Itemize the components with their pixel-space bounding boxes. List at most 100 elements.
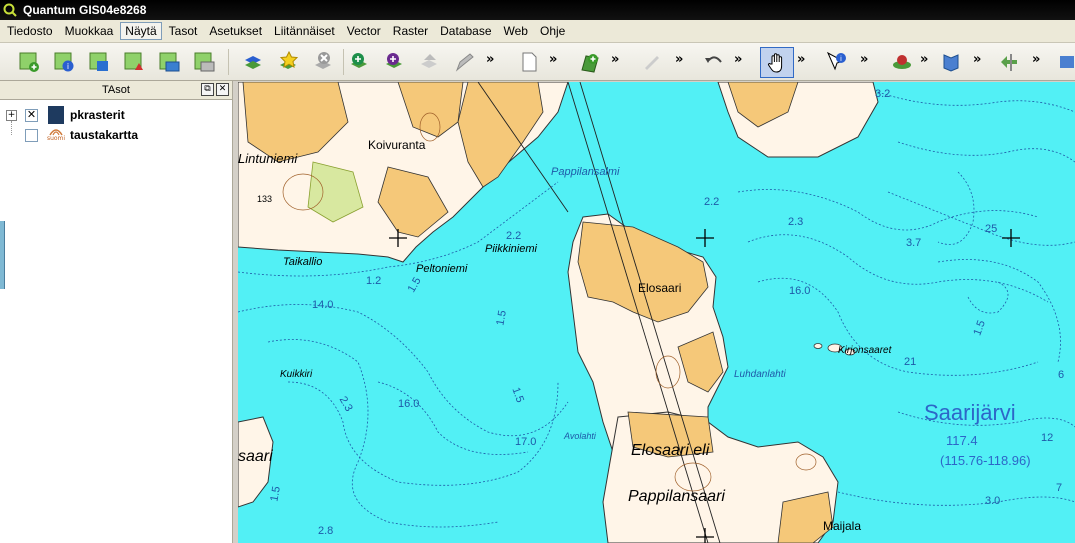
- digitize-button[interactable]: [639, 48, 667, 76]
- depth-label: 2.3: [788, 216, 804, 228]
- export-button[interactable]: [155, 48, 183, 76]
- new-layer-button[interactable]: [275, 48, 303, 76]
- depth-label: 3.2: [875, 88, 891, 100]
- toolbar-more-button[interactable]: »: [860, 52, 868, 67]
- menu-edit[interactable]: Muokkaa: [60, 22, 119, 40]
- expand-toggle[interactable]: +: [6, 109, 17, 121]
- depth-label: 17.0: [515, 436, 537, 448]
- window-title: Quantum GIS04e8268: [23, 3, 147, 17]
- toolbar-more-button[interactable]: »: [549, 52, 557, 67]
- place-label: Kuikkiri: [280, 369, 313, 380]
- water-label: Pappilansalmi: [551, 166, 620, 178]
- layer-item[interactable]: + ✕ pkrasterit: [0, 106, 230, 124]
- save-layer-button[interactable]: [85, 48, 113, 76]
- layer-visibility-checkbox[interactable]: [25, 128, 38, 142]
- menu-settings[interactable]: Asetukset: [204, 22, 267, 40]
- toolbar-more-button[interactable]: »: [734, 52, 742, 67]
- map-tips-button[interactable]: [888, 48, 916, 76]
- pan-tool-button[interactable]: [760, 47, 794, 78]
- layer-name: pkrasterit: [70, 108, 125, 122]
- add-wfs-layer-button[interactable]: [381, 48, 409, 76]
- add-wms-layer-button[interactable]: [346, 48, 374, 76]
- add-layer-group-button[interactable]: [240, 48, 268, 76]
- depth-label: 7: [1056, 482, 1063, 494]
- layers-panel-title: TAsot: [102, 84, 130, 96]
- depth-label: 2.2: [704, 196, 720, 208]
- add-vector-layer-button[interactable]: [15, 48, 43, 76]
- svg-text:i: i: [67, 62, 69, 71]
- toolbar-more-button[interactable]: »: [611, 52, 619, 67]
- place-label: Elosaari: [638, 281, 682, 295]
- menu-web[interactable]: Web: [499, 22, 533, 40]
- toolbar-more-button[interactable]: »: [486, 52, 494, 67]
- new-document-button[interactable]: [515, 48, 543, 76]
- zoom-in-map-icon: [581, 54, 599, 73]
- identify-icon: i: [826, 51, 846, 71]
- depth-label: 1.2: [366, 275, 382, 287]
- wms-layer-icon: suomi: [46, 127, 66, 143]
- depth-label: 2.2: [506, 230, 522, 242]
- undo-button[interactable]: [700, 48, 728, 76]
- qgis-logo-icon: [3, 3, 17, 17]
- identify-button[interactable]: i: [823, 48, 851, 76]
- depth-label: 3.7: [906, 237, 922, 249]
- add-spatialite-button[interactable]: [416, 48, 444, 76]
- layer-item[interactable]: suomi taustakartta: [0, 126, 230, 144]
- lake-name: Saarijärvi: [924, 400, 1016, 425]
- remove-layer-button[interactable]: [310, 48, 338, 76]
- export-icon: [159, 52, 180, 72]
- lake-level-range: (115.76-118.96): [940, 453, 1031, 468]
- save-icon: [89, 52, 108, 71]
- menu-help[interactable]: Ohje: [535, 22, 570, 40]
- depth-label: 21: [904, 356, 917, 368]
- toolbar-more-button[interactable]: »: [675, 52, 683, 67]
- place-label: Kirjonsaaret: [838, 345, 892, 356]
- lake-level: 117.4: [946, 433, 978, 448]
- water-label: Luhdanlahti: [734, 369, 786, 380]
- menu-plugins[interactable]: Liitännäiset: [269, 22, 340, 40]
- layers-panel: TAsot ⧉ ✕ + ✕ pkrasterit suomi taustakar…: [0, 81, 233, 543]
- map-canvas[interactable]: Koivuranta Lintuniemi 133 Pappilansalmi …: [238, 82, 1075, 543]
- print-icon: [194, 52, 215, 72]
- pencil-icon: [455, 53, 474, 72]
- zoom-in-map-button[interactable]: [577, 48, 605, 76]
- help-book-icon: [943, 54, 959, 72]
- layer-name: taustakartta: [70, 128, 139, 142]
- panel-float-button[interactable]: ⧉: [201, 83, 214, 96]
- add-raster-layer-button[interactable]: [120, 48, 148, 76]
- wms-layer-icon-caption: suomi: [46, 135, 66, 142]
- toolbar-more-button[interactable]: »: [797, 52, 805, 67]
- toolbar-more-button[interactable]: »: [973, 52, 981, 67]
- panel-edge-handle: [0, 221, 5, 289]
- toolbar-more-button[interactable]: »: [920, 52, 928, 67]
- menu-database[interactable]: Database: [435, 22, 496, 40]
- layer-group-icon: [245, 56, 261, 69]
- overflow-tool-button[interactable]: [1055, 48, 1075, 76]
- pan-hand-icon: [767, 52, 783, 73]
- edit-pencil-button[interactable]: [451, 48, 479, 76]
- depth-label: 6: [1058, 369, 1065, 381]
- menu-layer[interactable]: Tasot: [164, 22, 203, 40]
- raster-layer-icon: [48, 106, 64, 124]
- place-label: Elosaari eli: [631, 442, 710, 459]
- title-bar: Quantum GIS04e8268: [0, 0, 1075, 20]
- layer-info-button[interactable]: i: [50, 48, 78, 76]
- navigation-button[interactable]: [996, 48, 1024, 76]
- menu-raster[interactable]: Raster: [388, 22, 433, 40]
- toolbar-more-button[interactable]: »: [1032, 52, 1040, 67]
- svg-text:i: i: [840, 55, 842, 63]
- menu-file[interactable]: Tiedosto: [2, 22, 58, 40]
- elevation-label: 133: [257, 194, 273, 204]
- toolbar-separator: [343, 49, 344, 75]
- layer-visibility-checkbox[interactable]: ✕: [25, 108, 38, 122]
- panel-close-button[interactable]: ✕: [216, 83, 229, 96]
- menu-view[interactable]: Näytä: [120, 22, 162, 40]
- help-button[interactable]: [937, 48, 965, 76]
- print-button[interactable]: [190, 48, 218, 76]
- depth-label: 16.0: [398, 398, 420, 410]
- depth-label: 16.0: [789, 285, 811, 297]
- place-label: Koivuranta: [368, 138, 426, 152]
- info-icon: i: [54, 52, 74, 72]
- depth-label: 2.8: [318, 525, 334, 537]
- menu-vector[interactable]: Vector: [342, 22, 386, 40]
